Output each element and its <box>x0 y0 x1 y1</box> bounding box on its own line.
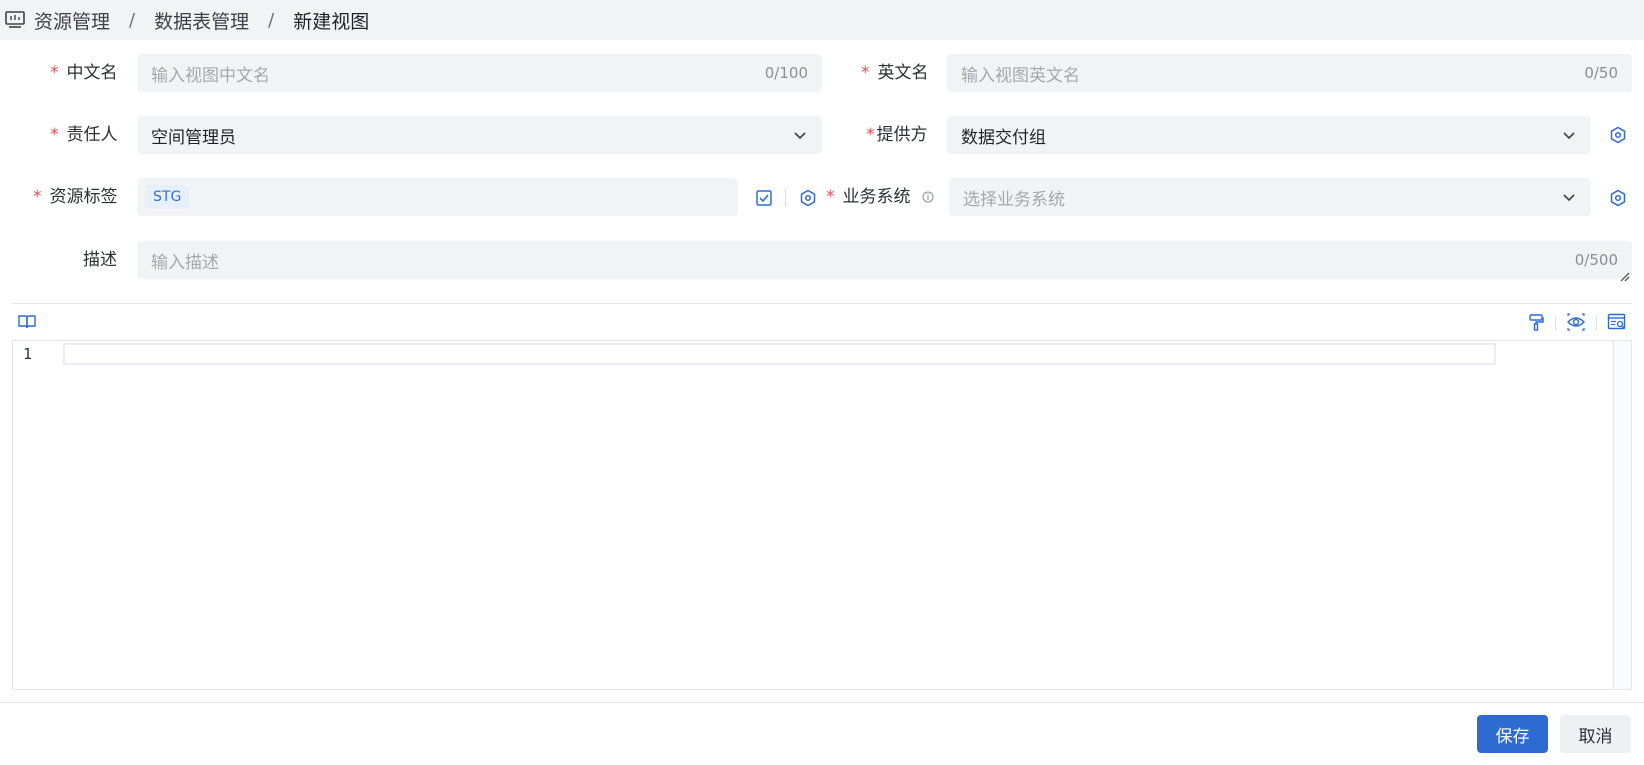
editor-scrollbar[interactable] <box>1613 341 1631 689</box>
sql-editor[interactable]: 1 <box>12 340 1632 690</box>
cn-name-input[interactable]: 输入视图中文名 0/100 <box>137 54 822 92</box>
cancel-button[interactable]: 取消 <box>1560 715 1631 753</box>
required-mark: * <box>861 63 870 83</box>
eye-icon[interactable] <box>1565 311 1587 333</box>
toolbar-separator <box>1555 316 1556 330</box>
save-button[interactable]: 保存 <box>1477 715 1548 753</box>
required-mark: * <box>33 187 42 207</box>
tag-settings-icon[interactable] <box>797 187 819 209</box>
cn-name-counter: 0/100 <box>764 64 808 82</box>
provider-settings-icon[interactable] <box>1607 124 1629 146</box>
breadcrumb-item-tables[interactable]: 数据表管理 <box>154 7 249 34</box>
business-system-label-text: 业务系统 <box>842 187 911 207</box>
en-name-counter: 0/50 <box>1584 64 1618 82</box>
description-counter: 0/500 <box>1574 251 1618 269</box>
breadcrumb-item-resource[interactable]: 资源管理 <box>34 7 110 34</box>
business-system-select[interactable]: 选择业务系统 <box>949 178 1591 216</box>
monitor-icon <box>4 9 26 31</box>
en-name-placeholder: 输入视图英文名 <box>961 65 1080 86</box>
info-icon[interactable] <box>922 191 934 203</box>
active-line[interactable] <box>63 343 1496 365</box>
business-system-settings-icon[interactable] <box>1607 187 1629 209</box>
owner-label: * 责任人 <box>50 116 118 154</box>
provider-label: * 提供方 <box>866 116 928 154</box>
table-search-icon[interactable] <box>1606 311 1628 333</box>
provider-value: 数据交付组 <box>961 127 1046 148</box>
cn-name-placeholder: 输入视图中文名 <box>151 65 270 86</box>
breadcrumb-separator: / <box>268 9 275 31</box>
divider <box>0 702 1644 703</box>
chevron-down-icon <box>1561 127 1577 143</box>
breadcrumb: 资源管理 / 数据表管理 / 新建视图 <box>0 0 1644 40</box>
provider-label-text: 提供方 <box>876 125 928 145</box>
provider-select[interactable]: 数据交付组 <box>947 116 1591 154</box>
required-mark: * <box>50 125 59 145</box>
required-mark: * <box>50 63 59 83</box>
checkbox-icon[interactable] <box>753 187 775 209</box>
editor-toolbar <box>12 304 1632 340</box>
book-icon[interactable] <box>16 311 38 333</box>
breadcrumb-item-current: 新建视图 <box>293 10 370 33</box>
chevron-down-icon <box>792 127 808 143</box>
resize-handle-icon[interactable] <box>1620 267 1630 282</box>
cn-name-label: * 中文名 <box>50 54 118 92</box>
en-name-label: * 英文名 <box>861 54 929 92</box>
description-placeholder: 输入描述 <box>151 252 219 273</box>
resource-tag-input[interactable]: STG <box>137 178 738 216</box>
en-name-label-text: 英文名 <box>877 63 929 83</box>
en-name-input[interactable]: 输入视图英文名 0/50 <box>947 54 1632 92</box>
breadcrumb-separator: / <box>129 9 136 31</box>
required-mark: * <box>826 187 835 207</box>
resource-tag-label: * 资源标签 <box>33 178 118 216</box>
line-number: 1 <box>23 345 33 363</box>
owner-select[interactable]: 空间管理员 <box>137 116 822 154</box>
chevron-down-icon <box>1561 189 1577 205</box>
business-system-label: * 业务系统 <box>826 178 934 216</box>
tag-chip[interactable]: STG <box>145 185 190 209</box>
divider <box>785 189 786 207</box>
description-label-text: 描述 <box>83 250 117 270</box>
cn-name-label-text: 中文名 <box>66 63 118 83</box>
toolbar-separator <box>1596 316 1597 330</box>
business-system-placeholder: 选择业务系统 <box>963 189 1065 210</box>
description-label: 描述 <box>83 241 117 279</box>
owner-value: 空间管理员 <box>151 127 236 148</box>
owner-label-text: 责任人 <box>66 125 118 145</box>
paint-brush-icon[interactable] <box>1525 311 1547 333</box>
description-textarea[interactable]: 输入描述 0/500 <box>137 241 1632 282</box>
required-mark: * <box>866 125 875 145</box>
resource-tag-label-text: 资源标签 <box>49 187 118 207</box>
